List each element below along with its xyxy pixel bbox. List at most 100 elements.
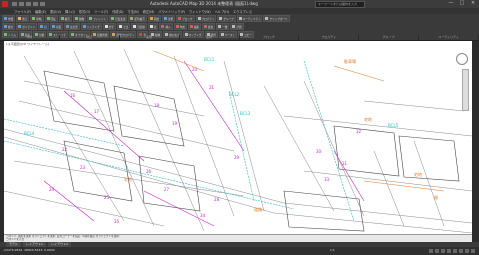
ortho-icon[interactable] xyxy=(441,249,445,253)
drawing-area[interactable]: [-][平面図][2D ワイヤフレーム] 16 17 18 19 20 21 2… xyxy=(4,41,472,234)
panel-label[interactable]: ブロック xyxy=(240,35,300,40)
ribbon-button[interactable]: 挿入 xyxy=(159,23,173,30)
navigation-bar[interactable] xyxy=(462,69,469,111)
ribbon-button[interactable]: 一致 xyxy=(216,23,230,30)
ribbon-button[interactable]: ブロック xyxy=(176,15,195,22)
fillet-icon xyxy=(89,17,93,20)
ribbon-button[interactable]: 円弧 xyxy=(49,23,63,30)
menu-dimension[interactable]: 寸法(N) xyxy=(128,9,139,14)
menu-view[interactable]: 表示(V) xyxy=(50,9,61,14)
snap-icon[interactable] xyxy=(435,249,439,253)
autocad-app-icon[interactable] xyxy=(2,1,8,7)
point-label: 29 xyxy=(234,155,240,160)
group-icon xyxy=(219,17,223,20)
ribbon-button[interactable]: ユーティリティ xyxy=(236,15,263,22)
boundary-label: BCL4 xyxy=(24,131,35,136)
menu-insert[interactable]: 挿入(I) xyxy=(65,9,75,14)
ribbon-button[interactable]: ハッチング xyxy=(80,23,102,30)
ribbon-button[interactable]: ポリライン xyxy=(16,23,38,30)
polar-icon[interactable] xyxy=(447,249,451,253)
ribbon-button[interactable]: プロパティ xyxy=(195,15,217,22)
command-input[interactable]: コマンドを入力 xyxy=(4,238,472,241)
ribbon-button[interactable]: 回転 xyxy=(44,15,58,22)
point-label: 19 xyxy=(172,121,178,126)
menu-modify[interactable]: 修正(M) xyxy=(143,9,155,14)
parcel-label: 宅地 xyxy=(124,176,132,182)
ribbon-button[interactable]: 移動 xyxy=(30,15,44,22)
ribbon-button[interactable]: 寸法 xyxy=(116,23,131,30)
menu-express[interactable]: エクスプレス xyxy=(233,9,252,14)
text-icon xyxy=(104,25,108,28)
panel-label[interactable]: プロパティ xyxy=(299,35,360,40)
boundary-label: BCL1 xyxy=(204,57,215,62)
ribbon-button[interactable]: クリップボード xyxy=(263,15,290,22)
menu-file[interactable]: ファイル(F) xyxy=(14,9,31,14)
parcel-label: 道路 xyxy=(254,206,262,212)
ribbon-button[interactable]: 文字 xyxy=(102,23,116,30)
panel-label[interactable]: 画層 xyxy=(120,35,180,40)
ribbon-button[interactable]: 属性 xyxy=(202,23,216,30)
maximize-button[interactable]: □ xyxy=(458,1,466,6)
ribbon-button[interactable]: 修正 xyxy=(16,15,30,22)
ribbon-button[interactable]: 長方形 xyxy=(63,23,80,30)
save-icon[interactable] xyxy=(26,2,31,6)
ribbon-button[interactable]: 編集 xyxy=(187,23,201,30)
measure-icon xyxy=(232,25,236,28)
menu-format[interactable]: 形式(O) xyxy=(79,9,90,14)
menu-edit[interactable]: 編集(E) xyxy=(35,9,46,14)
ribbon-button[interactable]: 作成 xyxy=(173,23,187,30)
ribbon-button[interactable]: 注釈 xyxy=(161,15,176,22)
menu-window[interactable]: ウィンドウ(W) xyxy=(189,9,211,14)
minimize-button[interactable]: — xyxy=(447,1,455,6)
ribbon-button[interactable]: 円 xyxy=(38,23,49,30)
ribbon-button[interactable]: 引出線 xyxy=(131,23,147,30)
panel-label[interactable]: ユーティリティ xyxy=(419,35,479,40)
point-label: 32 xyxy=(356,129,362,134)
undo-icon[interactable] xyxy=(33,2,38,6)
redo-icon[interactable] xyxy=(40,2,45,6)
ribbon-button[interactable]: 画層 xyxy=(147,15,161,22)
copy-icon xyxy=(60,17,64,20)
ribbon-button[interactable]: 尺度変更 xyxy=(109,15,128,22)
point-label: 34 xyxy=(200,213,206,218)
new-icon[interactable] xyxy=(12,2,17,6)
panel-label[interactable]: 注釈 xyxy=(180,35,240,40)
ribbon-button[interactable]: グループ xyxy=(217,15,236,22)
osnap-icon[interactable] xyxy=(453,249,457,253)
close-button[interactable]: × xyxy=(469,1,477,6)
ribbon-button[interactable]: フィレット xyxy=(87,15,109,22)
viewcube-compass[interactable] xyxy=(456,53,468,65)
drawing-canvas[interactable]: 16 17 18 19 20 21 22 23 24 25 26 27 28 2… xyxy=(4,41,472,234)
move-icon xyxy=(32,17,36,20)
coordinate-readout: -23476.2816, 48820.5433, 0.0000 xyxy=(3,248,55,252)
ribbon-button[interactable]: 配列複写 xyxy=(128,15,147,22)
customize-icon[interactable] xyxy=(471,249,475,253)
modify-icon xyxy=(18,17,22,20)
annotation-scale[interactable]: 1:1 xyxy=(330,248,335,252)
ribbon-button[interactable]: 計測 xyxy=(230,23,244,30)
ribbon-button[interactable]: 鏡像 xyxy=(72,15,87,22)
parcel-label: 宅地 xyxy=(414,171,422,177)
properties-icon xyxy=(197,17,201,20)
workspace-icon[interactable] xyxy=(465,249,469,253)
ribbon-button[interactable]: 線分 xyxy=(2,23,16,30)
ribbon-button[interactable]: 作図 xyxy=(2,15,16,22)
panel-label[interactable]: 作成 xyxy=(0,35,60,40)
search-input[interactable]: キーワードまたは語句を入力 xyxy=(315,1,365,8)
edit-block-icon xyxy=(189,25,193,28)
menu-draw[interactable]: 作成(D) xyxy=(112,9,123,14)
panel-label[interactable]: グループ xyxy=(359,35,420,40)
dimension-icon xyxy=(118,25,122,28)
menu-parametric[interactable]: パラメトリック(P) xyxy=(158,9,185,14)
menu-help[interactable]: ヘルプ(H) xyxy=(215,9,229,14)
open-icon[interactable] xyxy=(19,2,24,6)
panel-label[interactable]: 修正 xyxy=(60,35,120,40)
ribbon-button[interactable]: 表 xyxy=(147,23,159,30)
grid-icon[interactable] xyxy=(429,249,433,253)
lineweight-toggle-icon[interactable] xyxy=(459,249,463,253)
ribbon-button[interactable]: 複写 xyxy=(58,15,72,22)
menu-tools[interactable]: ツール(T) xyxy=(94,9,108,14)
mirror-icon xyxy=(74,17,78,20)
array-icon xyxy=(130,17,134,20)
scale-icon xyxy=(111,17,115,20)
